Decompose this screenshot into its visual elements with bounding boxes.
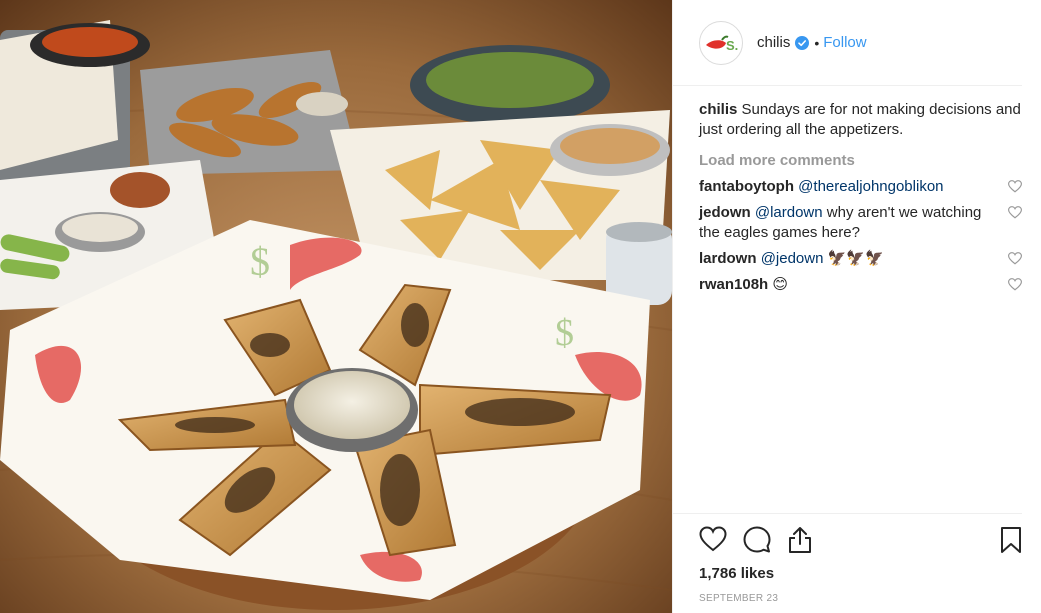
load-more-comments-button[interactable]: Load more comments (699, 151, 1024, 171)
caption-text: Sundays are for not making decisions and… (699, 101, 1021, 138)
comment-mention[interactable]: @jedown (761, 250, 824, 267)
comment-item: rwan108h 😊 (699, 275, 1024, 295)
comment-like-heart-icon[interactable] (1008, 252, 1022, 265)
comment-text[interactable]: @therealjohngoblikon (798, 178, 943, 195)
comment-username[interactable]: fantaboytoph (699, 178, 794, 195)
bookmark-icon[interactable] (1000, 526, 1022, 554)
post-date[interactable]: SEPTEMBER 23 (699, 593, 778, 604)
post-header: S. chilis • Follow (673, 0, 1022, 86)
comment-like-heart-icon[interactable] (1008, 180, 1022, 193)
follow-button[interactable]: Follow (823, 34, 866, 51)
comment-username[interactable]: jedown (699, 204, 751, 221)
separator-dot: • (814, 34, 820, 51)
chilis-logo-icon: S. (706, 35, 738, 53)
appetizer-platter-image: $ $ (0, 0, 672, 613)
comment-item: fantaboytoph @therealjohngoblikon (699, 177, 1024, 197)
avatar[interactable]: S. (699, 20, 743, 65)
action-icons (699, 526, 813, 554)
post-caption: chilis Sundays are for not making decisi… (699, 100, 1024, 140)
post-username[interactable]: chilis (757, 34, 790, 51)
save-post[interactable] (1000, 526, 1022, 554)
svg-text:$: $ (250, 239, 270, 284)
comment-like-heart-icon[interactable] (1008, 278, 1022, 291)
comment-username[interactable]: rwan108h (699, 276, 768, 293)
share-icon[interactable] (787, 526, 813, 554)
verified-badge-icon (795, 35, 810, 50)
likes-count[interactable]: 1,786 likes (699, 565, 774, 582)
post-actions: 1,786 likes SEPTEMBER 23 (673, 513, 1022, 613)
comment-item: jedown @lardown why aren't we watching t… (699, 203, 1024, 243)
post-photo[interactable]: $ $ (0, 0, 672, 613)
comment-username[interactable]: lardown (699, 250, 757, 267)
post-detail-panel: S. chilis • Follow chilis Sundays are fo… (672, 0, 1041, 613)
comment-mention[interactable]: @lardown (755, 204, 823, 221)
comments-list: chilis Sundays are for not making decisi… (699, 100, 1024, 295)
svg-text:$: $ (555, 312, 574, 354)
caption-username[interactable]: chilis (699, 101, 737, 118)
comment-text-eagle-emoji: 🦅🦅🦅 (827, 250, 884, 267)
heart-icon[interactable] (699, 526, 727, 552)
comment-like-heart-icon[interactable] (1008, 206, 1022, 219)
comment-text-smile-emoji: 😊 (772, 276, 789, 293)
svg-text:S.: S. (726, 38, 738, 53)
comment-item: lardown @jedown 🦅🦅🦅 (699, 249, 1024, 269)
comment-icon[interactable] (743, 526, 771, 554)
